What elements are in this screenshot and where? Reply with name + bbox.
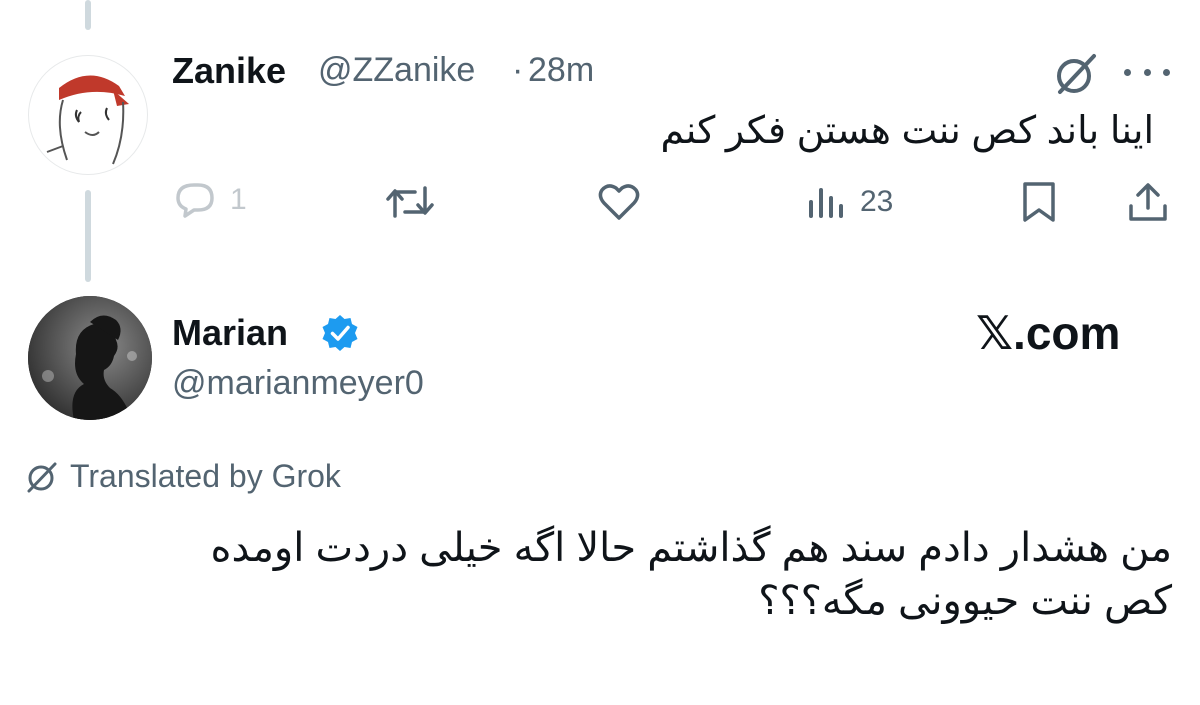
translated-by-grok[interactable]: Translated by Grok: [24, 458, 341, 495]
verified-badge-icon: [320, 313, 360, 353]
reply-button[interactable]: 1: [172, 180, 247, 220]
reply-author-handle[interactable]: @ZZanike: [318, 51, 475, 90]
views-count: 23: [860, 185, 894, 218]
bookmark-button[interactable]: [1018, 180, 1060, 224]
thread-line-connector: [85, 190, 91, 282]
like-icon: [598, 184, 640, 220]
reply-meta-separator: ·: [512, 51, 524, 89]
main-tweet-text-line1: من هشدار دادم سند هم گذاشتم حالا اگه خیل…: [210, 526, 1172, 570]
main-tweet-text: من هشدار دادم سند هم گذاشتم حالا اگه خیل…: [22, 522, 1172, 628]
share-button[interactable]: [1126, 180, 1170, 224]
views-button[interactable]: 23: [806, 182, 893, 222]
reply-tweet-text: اینا باند کص ننت هستن فکر کنم: [660, 110, 1155, 152]
reply-timestamp[interactable]: 28m: [528, 51, 594, 90]
grok-translate-icon: [27, 462, 57, 492]
reply-author-name[interactable]: Zanike: [172, 50, 286, 92]
x-com-logo: 𝕏.com: [976, 307, 1121, 359]
share-icon: [1129, 183, 1167, 221]
views-icon: [809, 188, 843, 218]
reply-icon: [176, 183, 214, 218]
avatar-zanike[interactable]: [28, 55, 148, 175]
retweet-icon: [386, 186, 434, 218]
grok-icon[interactable]: [1052, 50, 1100, 98]
bookmark-icon: [1023, 182, 1055, 222]
avatar-marian[interactable]: [28, 296, 152, 420]
avatar-marian-silhouette: [28, 296, 152, 420]
retweet-button[interactable]: [385, 182, 435, 222]
main-tweet-text-line2: کص ننت حیوونی مگه؟؟؟: [758, 579, 1172, 624]
like-button[interactable]: [596, 182, 642, 222]
thread-line-top: [85, 0, 91, 30]
main-author-handle[interactable]: @marianmeyer0: [172, 364, 424, 403]
translated-label: Translated by Grok: [70, 458, 341, 494]
reply-count: 1: [230, 183, 247, 216]
avatar-zanike-drawing: [46, 75, 129, 165]
main-author-name[interactable]: Marian: [172, 312, 288, 354]
more-icon[interactable]: [1124, 66, 1170, 78]
